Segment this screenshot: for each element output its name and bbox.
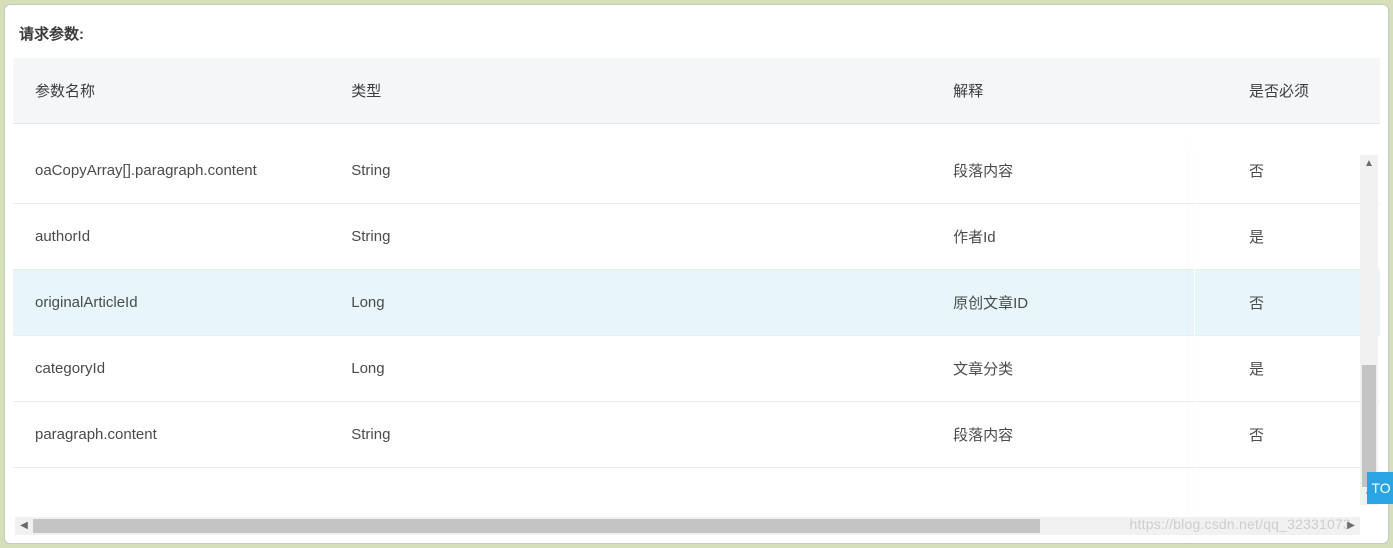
cell-name: categoryId: [13, 335, 329, 401]
cell-required: 否: [1227, 401, 1380, 467]
cell-explain: 原创文章ID: [931, 269, 1227, 335]
cell-name: authorId: [13, 203, 329, 269]
cell-type: String: [329, 203, 931, 269]
col-header-explain[interactable]: 解释: [931, 58, 1227, 124]
table-row[interactable]: oaCopyArray[].paragraph.content String 段…: [13, 138, 1380, 204]
cell-required: 否: [1227, 138, 1380, 204]
vertical-scroll-thumb[interactable]: [1362, 365, 1376, 487]
panel-frame: 请求参数: 参数名称 类型 解释 是否必须 oaCopyArray[: [4, 4, 1389, 544]
cell-required: 是: [1227, 335, 1380, 401]
scroll-right-icon[interactable]: ▶: [1342, 517, 1360, 535]
cell-type: Long: [329, 269, 931, 335]
section-title: 请求参数:: [13, 9, 1380, 58]
cell-explain: 段落内容: [931, 138, 1227, 204]
table-row[interactable]: originalArticleId Long 原创文章ID 否: [13, 269, 1380, 335]
to-top-button[interactable]: TO: [1367, 472, 1393, 504]
spacer-row: [13, 124, 1380, 138]
cell-explain: 段落内容: [931, 401, 1227, 467]
cell-name: originalArticleId: [13, 269, 329, 335]
table-row[interactable]: authorId String 作者Id 是: [13, 203, 1380, 269]
cell-required: 否: [1227, 269, 1380, 335]
table-body: oaCopyArray[].paragraph.content String 段…: [13, 124, 1380, 468]
scroll-up-icon[interactable]: ▲: [1360, 155, 1378, 173]
cell-name: paragraph.content: [13, 401, 329, 467]
cell-explain: 作者Id: [931, 203, 1227, 269]
col-header-required[interactable]: 是否必须: [1227, 58, 1380, 124]
vertical-scrollbar[interactable]: ▲ ▼: [1360, 155, 1378, 505]
horizontal-scroll-thumb[interactable]: [33, 519, 1040, 533]
cell-required: 是: [1227, 203, 1380, 269]
cell-type: String: [329, 138, 931, 204]
table-row[interactable]: paragraph.content String 段落内容 否: [13, 401, 1380, 467]
params-table-container: 参数名称 类型 解释 是否必须 oaCopyArray[].paragraph.…: [13, 58, 1380, 468]
col-header-type[interactable]: 类型: [329, 58, 931, 124]
table-header-row: 参数名称 类型 解释 是否必须: [13, 58, 1380, 124]
col-header-name[interactable]: 参数名称: [13, 58, 329, 124]
table-row[interactable]: categoryId Long 文章分类 是: [13, 335, 1380, 401]
cell-type: Long: [329, 335, 931, 401]
cell-type: String: [329, 401, 931, 467]
cell-explain: 文章分类: [931, 335, 1227, 401]
params-table: 参数名称 类型 解释 是否必须 oaCopyArray[].paragraph.…: [13, 58, 1380, 468]
cell-name: oaCopyArray[].paragraph.content: [13, 138, 329, 204]
horizontal-scrollbar[interactable]: ◀ ▶: [15, 517, 1360, 535]
scroll-left-icon[interactable]: ◀: [15, 517, 33, 535]
